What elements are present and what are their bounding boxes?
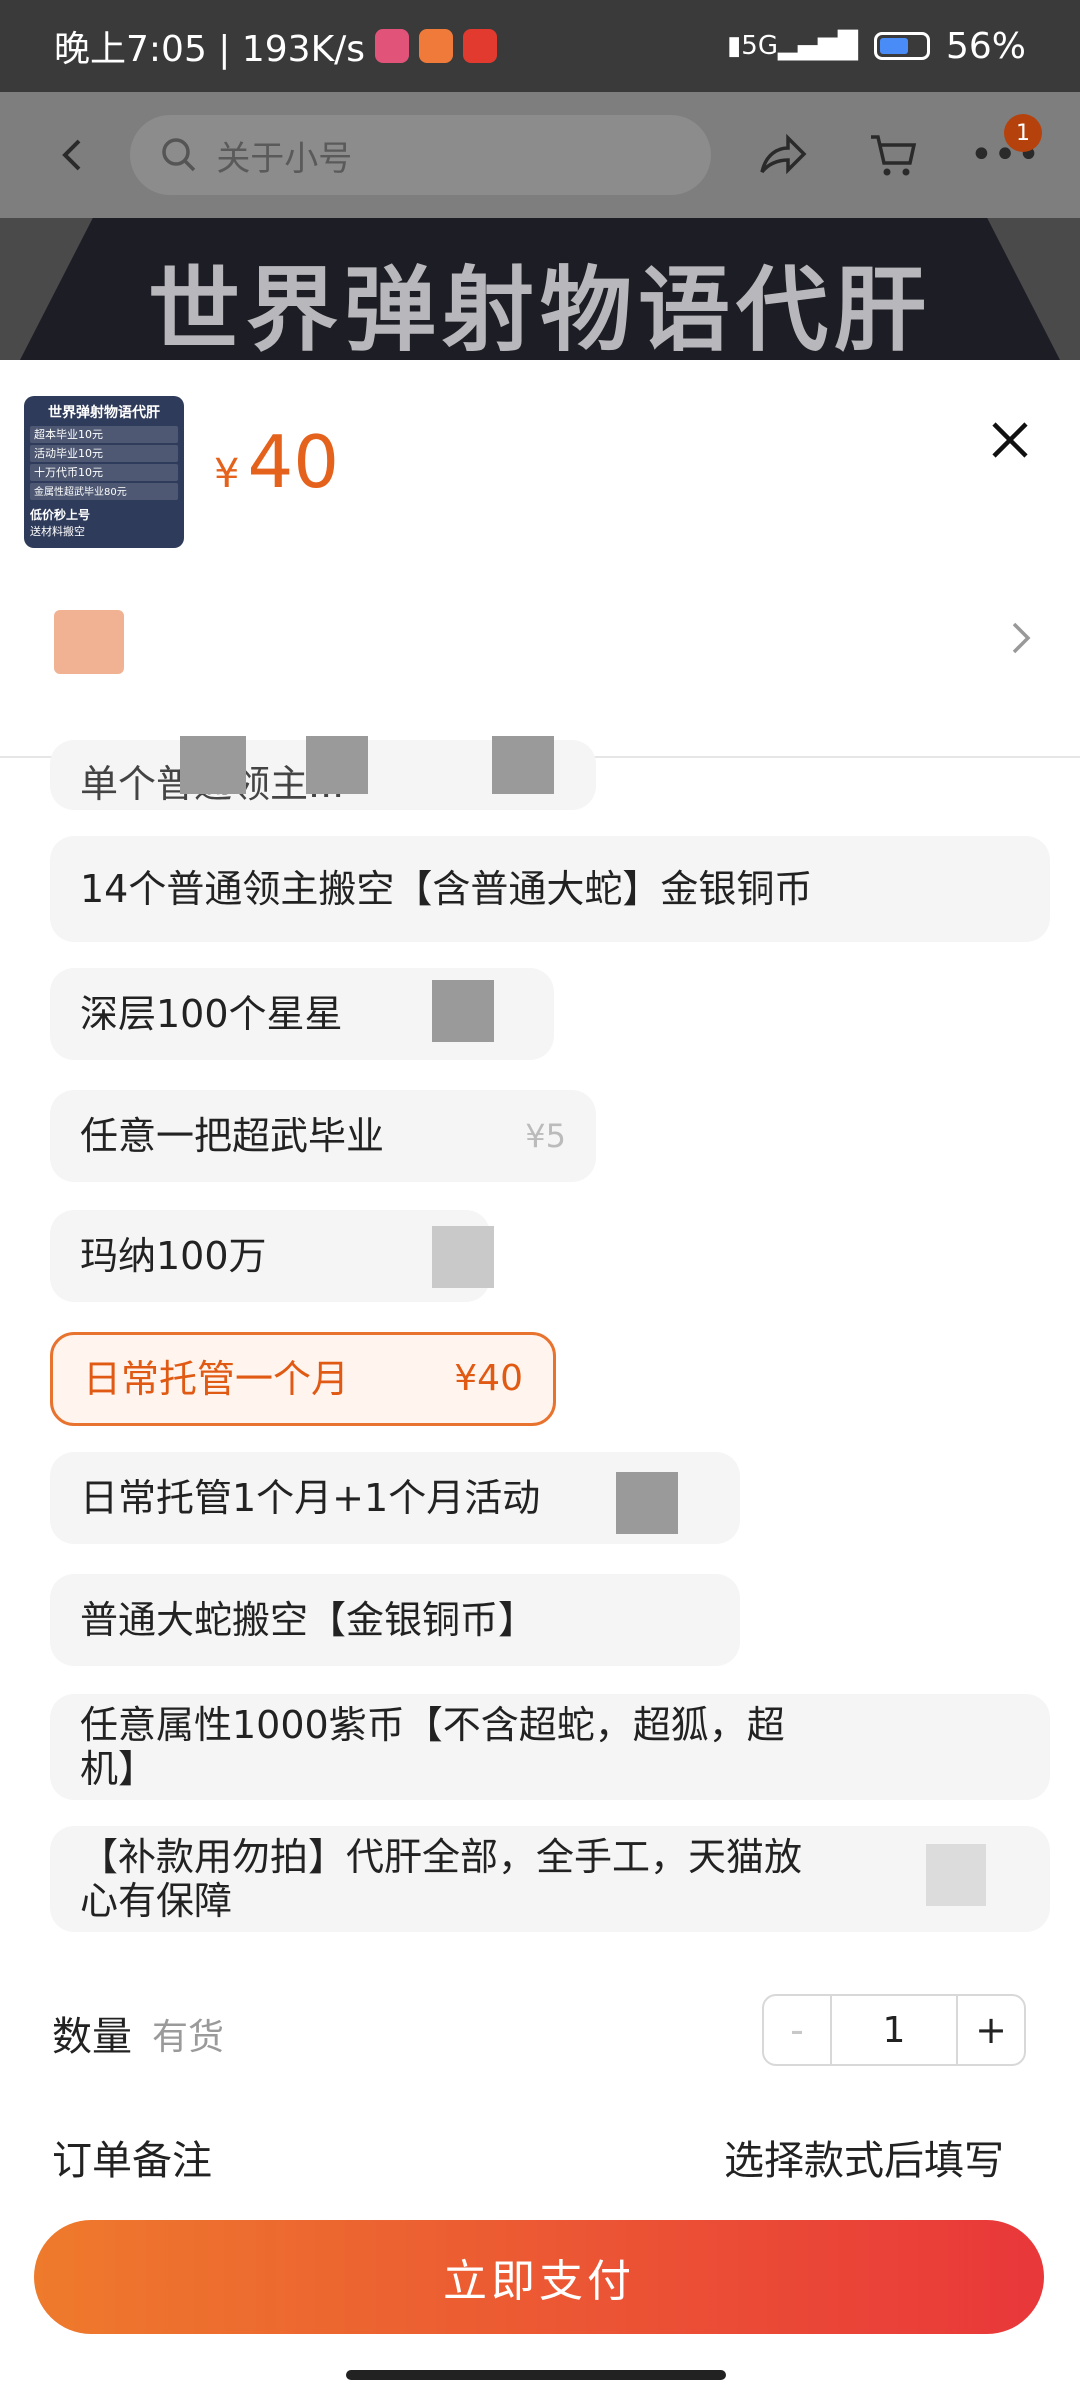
- option-8[interactable]: 任意属性1000紫币【不含超蛇，超狐，超机】: [50, 1694, 1050, 1800]
- news-notification-icon: [463, 29, 498, 63]
- blurred-mask: [926, 1844, 986, 1906]
- decrement-button[interactable]: -: [764, 1996, 830, 2064]
- blurred-mask: [432, 980, 494, 1042]
- top-nav: 关于小号 ••• 1: [0, 92, 1080, 218]
- home-indicator[interactable]: [346, 2370, 726, 2380]
- option-5-selected[interactable]: 日常托管一个月 ¥40: [50, 1332, 556, 1426]
- quantity-label: 数量: [52, 2014, 132, 2060]
- address-avatar[interactable]: [54, 610, 124, 674]
- product-thumbnail[interactable]: 世界弹射物语代肝 超本毕业10元 活动毕业10元 十万代币10元 金属性超武毕业…: [24, 396, 184, 548]
- search-icon: [162, 138, 196, 172]
- blurred-mask: [306, 736, 368, 794]
- pay-now-button[interactable]: 立即支付: [34, 2220, 1044, 2334]
- quantity-stepper: - 1 +: [762, 1994, 1026, 2066]
- order-note-hint[interactable]: 选择款式后填写: [724, 2128, 1004, 2186]
- share-icon[interactable]: [749, 120, 815, 190]
- selected-price: ¥ 40: [214, 420, 340, 504]
- option-3[interactable]: 任意一把超武毕业 ¥5: [50, 1090, 596, 1182]
- status-bar: 晚上7:05 | 193K/s ▮5G▂▄▆█ 56%: [0, 0, 1080, 92]
- option-7[interactable]: 普通大蛇搬空【金银铜币】: [50, 1574, 740, 1666]
- banner-title: 世界弹射物语代肝: [147, 257, 932, 360]
- battery-level: 56%: [945, 25, 1026, 67]
- app-notification-icon: [375, 29, 410, 63]
- back-icon[interactable]: [40, 120, 106, 190]
- cart-badge: 1: [1003, 114, 1042, 152]
- signal-icon: ▮5G▂▄▆█: [726, 31, 858, 61]
- search-placeholder: 关于小号: [216, 138, 353, 179]
- quantity-value[interactable]: 1: [830, 1996, 958, 2064]
- increment-button[interactable]: +: [958, 1996, 1024, 2064]
- blurred-mask: [180, 736, 246, 794]
- blurred-mask: [616, 1472, 678, 1534]
- cart-icon[interactable]: [860, 120, 926, 190]
- search-input[interactable]: 关于小号: [130, 115, 712, 195]
- blurred-mask: [432, 1226, 494, 1288]
- shopping-notification-icon: [419, 29, 454, 63]
- option-9[interactable]: 【补款用勿拍】代肝全部，全手工，天猫放心有保障: [50, 1826, 1050, 1932]
- option-4[interactable]: 玛纳100万: [50, 1210, 490, 1302]
- chevron-right-icon[interactable]: [1000, 618, 1040, 658]
- close-icon[interactable]: [980, 410, 1040, 470]
- product-banner: 世界弹射物语代肝: [0, 218, 1080, 360]
- blurred-mask: [492, 736, 554, 794]
- option-1[interactable]: 14个普通领主搬空【含普通大蛇】金银铜币: [50, 836, 1050, 942]
- order-note-label: 订单备注: [52, 2138, 212, 2184]
- battery-icon: [873, 32, 930, 60]
- status-time: 晚上7:05 | 193K/s: [54, 29, 366, 70]
- more-icon[interactable]: ••• 1: [970, 114, 1042, 190]
- stock-status: 有货: [152, 2017, 225, 2058]
